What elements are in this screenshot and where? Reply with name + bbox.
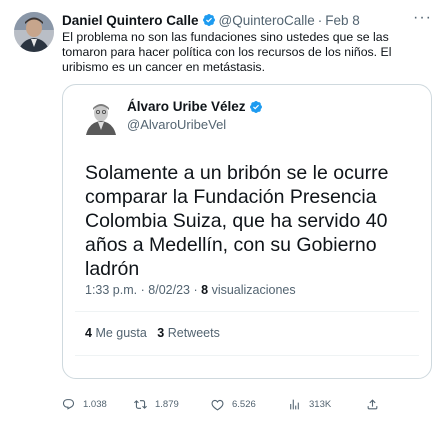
quoted-likes-count: 4: [85, 326, 92, 340]
quoted-tweet-stats: 4 Me gusta 3 Retweets: [85, 326, 220, 340]
share-button[interactable]: [366, 398, 387, 411]
retweet-count: 1.879: [155, 398, 179, 410]
quoted-retweets-label: Retweets: [167, 326, 220, 340]
quoted-author-name[interactable]: Álvaro Uribe Vélez: [127, 99, 246, 114]
quoted-retweets-count: 3: [157, 326, 165, 340]
views-chart-icon: [290, 399, 299, 409]
views-count: 313K: [309, 398, 332, 410]
quoted-likes-stat[interactable]: 4 Me gusta: [85, 326, 147, 340]
quoted-tweet-meta: 1:33 p.m. · 8/02/23 · 8 visualizaciones: [85, 283, 296, 297]
reply-count: 1.038: [83, 398, 107, 410]
separator-dot: ·: [193, 283, 198, 297]
author-handle[interactable]: @QuinteroCalle: [219, 13, 315, 28]
quoted-tweet-text: Solamente a un bribón se le ocurre compa…: [85, 162, 389, 280]
quoted-views-label: visualizaciones: [211, 283, 296, 297]
divider: [75, 311, 419, 312]
tweet-text: El problema no son las fundaciones sino …: [62, 30, 392, 74]
quoted-author-handle[interactable]: @AlvaroUribeVel: [127, 117, 226, 132]
verified-badge-icon: [202, 13, 216, 27]
quoted-retweets-stat[interactable]: 3 Retweets: [157, 326, 220, 340]
quoted-tweet-date[interactable]: 8/02/23: [148, 283, 190, 297]
verified-badge-icon: [249, 100, 263, 114]
retweet-icon: [134, 399, 147, 409]
separator-dot: ·: [140, 283, 145, 297]
heart-icon: [211, 399, 224, 411]
share-icon: [367, 398, 378, 409]
author-avatar[interactable]: [14, 12, 54, 52]
quoted-tweet-time[interactable]: 1:33 p.m.: [85, 283, 137, 297]
tweet-card[interactable]: Daniel Quintero Calle @QuinteroCalle · F…: [0, 0, 448, 425]
tweet-header: Daniel Quintero Calle @QuinteroCalle · F…: [62, 9, 434, 29]
like-count: 6.526: [232, 398, 256, 410]
views-button[interactable]: 313K: [288, 398, 366, 411]
quoted-tweet[interactable]: Álvaro Uribe Vélez @AlvaroUribeVel Solam…: [62, 84, 432, 379]
quoted-likes-label: Me gusta: [95, 326, 147, 340]
divider: [75, 355, 419, 356]
quoted-author-avatar-photo: [83, 99, 119, 135]
separator-dot: ·: [317, 12, 323, 28]
like-button[interactable]: 6.526: [211, 398, 288, 411]
reply-button[interactable]: 1.038: [62, 398, 134, 411]
more-options-icon[interactable]: ···: [413, 9, 432, 27]
reply-icon: [62, 398, 75, 410]
tweet-date[interactable]: Feb 8: [325, 13, 360, 28]
retweet-button[interactable]: 1.879: [134, 398, 211, 411]
author-name[interactable]: Daniel Quintero Calle: [62, 13, 199, 28]
quoted-views-count: 8: [201, 283, 209, 297]
quoted-author-avatar[interactable]: [83, 99, 119, 135]
tweet-actions-bar: 1.038 1.879 6.526 313K: [62, 394, 444, 414]
author-avatar-photo: [14, 12, 54, 52]
quoted-author-name-row: Álvaro Uribe Vélez: [127, 99, 266, 114]
